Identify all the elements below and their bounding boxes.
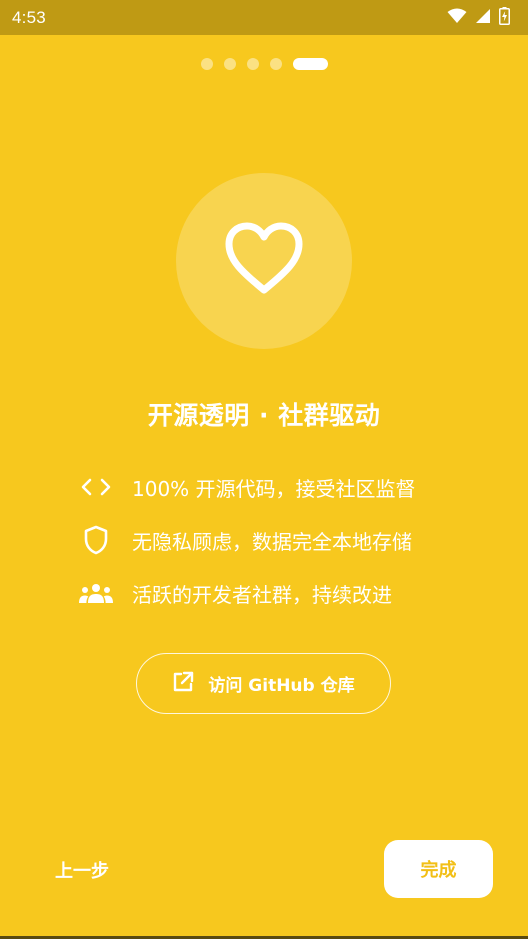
list-item: 100% 开源代码，接受社区监督: [78, 468, 498, 506]
feature-text: 100% 开源代码，接受社区监督: [132, 476, 416, 501]
group-icon: [78, 575, 114, 611]
feature-text: 活跃的开发者社群，持续改进: [132, 582, 392, 607]
status-time: 4:53: [12, 7, 46, 27]
status-icons: [447, 6, 510, 29]
previous-button[interactable]: 上一步: [34, 848, 130, 892]
heart-icon: [224, 222, 304, 300]
page-indicator: [0, 58, 528, 70]
github-button-label: 访问 GitHub 仓库: [208, 676, 355, 696]
cellular-signal-icon: [475, 8, 491, 28]
shield-icon: [78, 522, 114, 558]
status-bar: 4:53: [0, 0, 528, 35]
wifi-icon: [447, 8, 467, 28]
page-dot: [269, 58, 282, 70]
page-dot: [200, 58, 213, 70]
feature-list: 100% 开源代码，接受社区监督 无隐私顾虑，数据完全本地存储 活跃的开发者社群…: [78, 468, 498, 627]
visit-github-button[interactable]: 访问 GitHub 仓库: [136, 653, 391, 714]
code-brackets-icon: [78, 469, 114, 505]
page-dot: [246, 58, 259, 70]
feature-text: 无隐私顾虑，数据完全本地存储: [132, 529, 412, 554]
external-link-icon: [172, 671, 194, 697]
list-item: 活跃的开发者社群，持续改进: [78, 574, 498, 612]
list-item: 无隐私顾虑，数据完全本地存储: [78, 521, 498, 559]
page-title: 开源透明 · 社群驱动: [147, 401, 381, 430]
page-dot: [223, 58, 236, 70]
battery-charging-icon: [499, 6, 510, 29]
finish-button[interactable]: 完成: [384, 840, 493, 898]
page-dot-active: [292, 58, 328, 70]
hero-icon-circle: [176, 173, 352, 349]
